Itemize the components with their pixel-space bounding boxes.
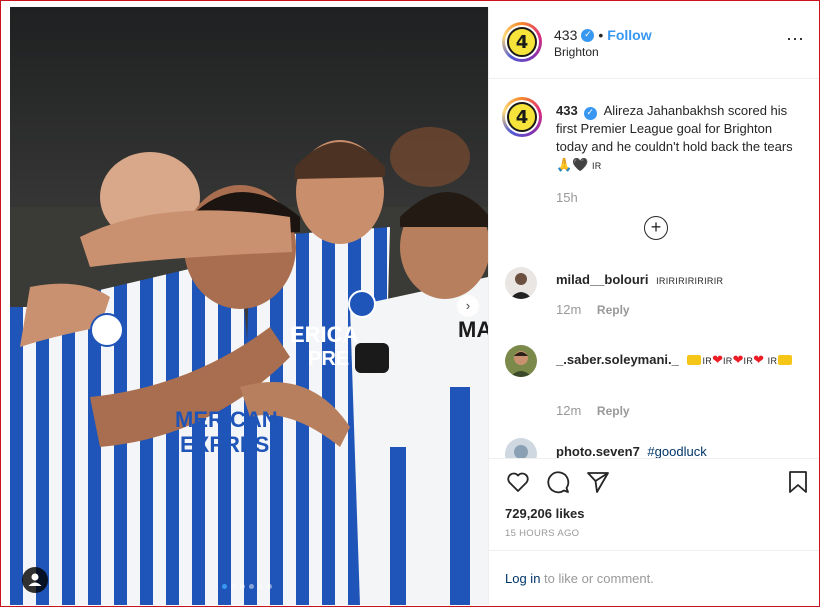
comment-text-part: IR — [723, 356, 733, 366]
comments-section[interactable]: 4 433 ✓ Alireza Jahanbakhsh scored his fi… — [489, 80, 819, 458]
next-arrow-icon[interactable]: › — [457, 295, 479, 317]
login-prompt: Log in to like or comment. — [505, 571, 654, 586]
avatar[interactable]: 4 — [502, 22, 542, 62]
jersey-sponsor-3: MERICAN — [175, 407, 278, 432]
caption-flag-text: IR — [592, 161, 602, 171]
location-link[interactable]: Brighton — [554, 45, 599, 59]
crown-emoji — [687, 355, 702, 365]
follow-button[interactable]: Follow — [607, 27, 651, 43]
verified-icon: ✓ — [581, 28, 595, 42]
caption: 433 ✓ Alireza Jahanbakhsh scored his firs… — [556, 102, 806, 175]
caption-username[interactable]: 433 — [556, 103, 578, 118]
comment-text-part: IR — [702, 356, 713, 366]
comment-body: photo.seven7 #goodluck — [556, 443, 806, 458]
add-circle-icon[interactable]: + — [644, 216, 668, 240]
carousel-dot[interactable] — [258, 584, 263, 589]
username-link[interactable]: 433 — [554, 27, 577, 43]
caption-avatar[interactable]: 4 — [502, 97, 542, 137]
carousel-dot[interactable] — [222, 584, 227, 589]
post-image[interactable]: ERICA PRE MERICAN EXPRESS MA › — [10, 7, 488, 605]
more-options-icon[interactable]: ⋯ — [786, 29, 805, 50]
likes-count[interactable]: 729,206 likes — [505, 506, 585, 521]
comment-time[interactable]: 12m — [556, 302, 581, 317]
verified-icon: ✓ — [583, 107, 597, 120]
players-illustration: ERICA PRE MERICAN EXPRESS MA — [10, 127, 488, 605]
header-user-line: 433 ✓ • Follow — [554, 27, 652, 43]
comment-meta: 12m Reply — [556, 403, 630, 418]
reply-button[interactable]: Reply — [597, 404, 630, 418]
post-actions: 729,206 likes 15 HOURS AGO — [489, 458, 819, 550]
jersey-name: MA — [458, 317, 488, 342]
carousel-dot[interactable] — [240, 584, 245, 589]
comment-body: milad__bolouri IRIRIRIRIRIRIR — [556, 271, 806, 290]
heart-emoji: ❤ — [712, 352, 723, 367]
comment-text-part: IR — [743, 356, 754, 366]
carousel-dot[interactable] — [249, 584, 254, 589]
post-header: 4 433 ✓ • Follow Brighton ⋯ — [489, 7, 819, 79]
heart-icon[interactable] — [505, 469, 531, 495]
jersey-sponsor-1: ERICA — [290, 322, 359, 347]
comment-username[interactable]: photo.seven7 — [556, 444, 640, 458]
avatar[interactable] — [505, 438, 537, 458]
account-logo: 4 — [507, 27, 537, 57]
caption-account-logo: 4 — [507, 102, 537, 132]
caption-time[interactable]: 15h — [556, 190, 578, 205]
post-side-panel: 4 433 ✓ • Follow Brighton ⋯ 4 433 ✓ Alire… — [488, 7, 819, 605]
share-icon[interactable] — [585, 469, 611, 495]
heart-emoji: ❤ — [732, 352, 744, 367]
user-tag-icon[interactable] — [22, 567, 48, 593]
login-link[interactable]: Log in — [505, 571, 540, 586]
comment-icon[interactable] — [545, 469, 571, 495]
comment-text-part: IR — [767, 356, 778, 366]
comment-meta: 12m Reply — [556, 302, 630, 317]
login-bar: Log in to like or comment. — [489, 550, 819, 605]
jersey-sponsor-4: EXPRESS — [180, 432, 284, 457]
jersey-sponsor-2: PRE — [308, 348, 349, 370]
carousel-dots — [222, 584, 272, 589]
carousel-dot[interactable] — [231, 584, 236, 589]
comment-body: _.saber.soleymani._ IR❤IR❤IR❤ IR — [556, 351, 806, 370]
avatar[interactable] — [505, 345, 537, 377]
comment-username[interactable]: milad__bolouri — [556, 272, 648, 287]
avatar[interactable] — [505, 267, 537, 299]
reply-button[interactable]: Reply — [597, 303, 630, 317]
comment-text: IRIRIRIRIRIRIR — [656, 276, 724, 286]
post-timestamp[interactable]: 15 HOURS AGO — [505, 528, 579, 539]
comment-username[interactable]: _.saber.soleymani._ — [556, 352, 679, 367]
bookmark-icon[interactable] — [785, 469, 811, 495]
comment-time[interactable]: 12m — [556, 403, 581, 418]
separator: • — [598, 27, 604, 43]
heart-emoji: ❤ — [753, 352, 765, 367]
login-rest: to like or comment. — [540, 571, 654, 586]
crown-emoji — [778, 355, 793, 365]
carousel-dot[interactable] — [267, 584, 272, 589]
hashtag-link[interactable]: #goodluck — [647, 444, 706, 458]
